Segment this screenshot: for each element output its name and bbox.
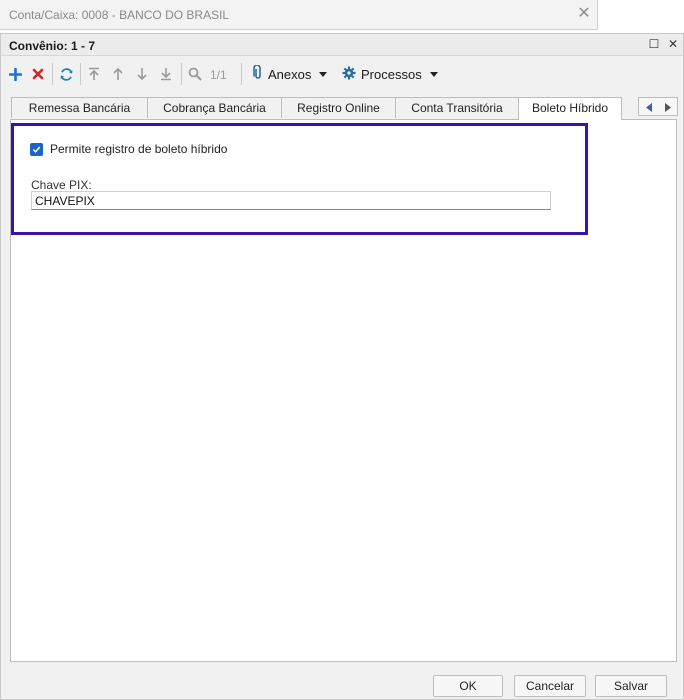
paperclip-icon (253, 64, 263, 83)
toolbar-separator (241, 63, 242, 85)
tab-conta-transitoria[interactable]: Conta Transitória (395, 97, 519, 118)
tab-scroll-left-icon[interactable] (644, 102, 656, 113)
last-record-icon[interactable] (157, 65, 175, 83)
chevron-down-icon (319, 71, 328, 77)
save-button[interactable]: Salvar (595, 675, 667, 697)
checkbox-label: Permite registro de boleto híbrido (50, 142, 228, 156)
gear-icon (342, 66, 356, 83)
previous-record-icon[interactable] (109, 65, 127, 83)
refresh-icon[interactable] (57, 65, 75, 83)
page-indicator: 1/1 (210, 68, 227, 82)
delete-icon[interactable] (29, 65, 47, 83)
first-record-icon[interactable] (85, 65, 103, 83)
processos-menu[interactable]: Processos (342, 65, 438, 83)
tab-strip: Remessa Bancária Cobrança Bancária Regis… (1, 97, 683, 120)
tab-remessa-bancaria[interactable]: Remessa Bancária (11, 97, 148, 118)
chave-pix-input[interactable] (31, 191, 551, 210)
outer-close-icon[interactable]: ✕ (576, 5, 592, 23)
toolbar-separator (181, 63, 182, 85)
close-icon[interactable]: ✕ (666, 37, 680, 51)
highlight-box: Permite registro de boleto híbrido Chave… (11, 123, 588, 235)
permite-registro-checkbox[interactable]: Permite registro de boleto híbrido (30, 142, 227, 156)
chave-pix-label: Chave PIX: (31, 178, 92, 192)
tab-boleto-hibrido[interactable]: Boleto Híbrido (518, 97, 622, 120)
cancel-button[interactable]: Cancelar (514, 675, 586, 697)
toolbar-separator (80, 63, 81, 85)
anexos-menu[interactable]: Anexos (253, 64, 328, 83)
convenio-dialog: Convênio: 1 - 7 ☐ ✕ 1/1 Anexos Processos… (0, 33, 684, 700)
anexos-label: Anexos (268, 66, 312, 82)
dialog-titlebar: Convênio: 1 - 7 ☐ ✕ (1, 34, 683, 56)
tab-registro-online[interactable]: Registro Online (281, 97, 396, 118)
maximize-icon[interactable]: ☐ (647, 37, 661, 51)
boleto-hibrido-panel: Permite registro de boleto híbrido Chave… (10, 119, 677, 662)
checkbox-checked-icon[interactable] (30, 142, 43, 156)
search-icon[interactable] (186, 65, 204, 83)
toolbar-separator (52, 63, 53, 85)
tab-scroll-right-icon[interactable] (663, 102, 675, 113)
processos-label: Processos (361, 66, 422, 82)
chevron-down-icon (429, 71, 438, 77)
outer-window-titlebar: Conta/Caixa: 0008 - BANCO DO BRASIL ✕ (0, 0, 598, 30)
next-record-icon[interactable] (133, 65, 151, 83)
outer-window-title: Conta/Caixa: 0008 - BANCO DO BRASIL (9, 8, 230, 22)
add-icon[interactable] (6, 65, 24, 83)
tab-scroller (638, 97, 678, 116)
toolbar: 1/1 Anexos Processos (1, 57, 683, 91)
tab-cobranca-bancaria[interactable]: Cobrança Bancária (147, 97, 282, 118)
ok-button[interactable]: OK (433, 675, 503, 697)
dialog-title: Convênio: 1 - 7 (9, 39, 96, 53)
